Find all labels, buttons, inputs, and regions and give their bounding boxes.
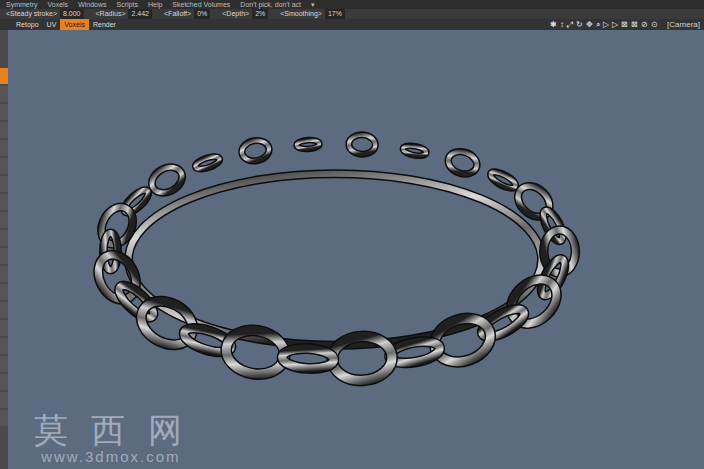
option-value[interactable]: 2.442 — [128, 9, 152, 19]
tool-option[interactable]: <Falloff>0% — [164, 9, 210, 19]
sidebar-slot[interactable] — [0, 122, 8, 138]
option-value[interactable]: 2% — [252, 9, 268, 19]
option-label: <Radius> — [96, 9, 126, 19]
camera-label[interactable]: [Camera] — [667, 19, 700, 30]
view-tool-icon[interactable]: ⌕ — [596, 19, 600, 30]
view-tool-icon[interactable]: ⊠ — [621, 19, 628, 30]
menu-item[interactable]: Windows — [78, 0, 106, 9]
tool-option[interactable]: <Steady stroke>8.000 — [6, 9, 84, 19]
view-tool-icon[interactable]: ✥ — [586, 19, 593, 30]
menu-item[interactable]: Help — [148, 0, 162, 9]
room-tab[interactable]: Voxels — [60, 19, 89, 30]
sidebar-slot[interactable] — [0, 356, 8, 372]
view-tool-icon[interactable]: ▷ — [612, 19, 618, 30]
room-tab[interactable]: Retopo — [12, 19, 43, 30]
sidebar-slot[interactable] — [0, 338, 8, 354]
watermark-title: 莫 西 网 — [34, 413, 188, 449]
app-window: Symmetry Voxels Windows Scripts Help Sketched… — [0, 0, 704, 469]
room-tab[interactable]: UV — [43, 19, 61, 30]
viewport[interactable]: 莫 西 网www.3dmox.com — [8, 30, 704, 469]
menu-item[interactable]: Symmetry — [6, 0, 38, 9]
sidebar-slot[interactable] — [0, 68, 8, 84]
menu-bar: Symmetry Voxels Windows Scripts Help Sketched… — [0, 0, 704, 9]
sidebar-slot[interactable] — [0, 248, 8, 264]
menu-item[interactable]: Scripts — [117, 0, 138, 9]
view-tool-icon[interactable]: ↕ — [560, 19, 564, 30]
sidebar-slot[interactable] — [0, 410, 8, 426]
room-tab[interactable]: Render — [89, 19, 120, 30]
menu-item[interactable]: ▾ — [311, 0, 315, 9]
option-value[interactable]: 8.000 — [60, 9, 84, 19]
sidebar-slot[interactable] — [0, 140, 8, 156]
sidebar-slot[interactable] — [0, 194, 8, 210]
chain-ring-model[interactable] — [8, 30, 704, 469]
sidebar-slot[interactable] — [0, 104, 8, 120]
tool-option[interactable]: <Depth>2% — [222, 9, 268, 19]
option-label: <Steady stroke> — [6, 9, 57, 19]
sidebar-slot[interactable] — [0, 176, 8, 192]
view-tool-icon[interactable]: ⊠ — [631, 19, 638, 30]
room-tabs-bar: RetopoUVVoxelsRender ✱↕⤢↻✥⌕▷▷⊠⊠⊘⊙[Camera… — [0, 19, 704, 30]
sidebar-slot[interactable] — [0, 230, 8, 246]
view-tool-icon[interactable]: ✱ — [550, 19, 557, 30]
view-tool-icon[interactable]: ↻ — [576, 19, 583, 30]
sidebar-slot[interactable] — [0, 302, 8, 318]
menu-item[interactable]: Sketched Volumes — [172, 0, 230, 9]
tool-option[interactable]: <Radius>2.442 — [96, 9, 153, 19]
tool-options-bar: <Steady stroke>8.000 <Radius>2.442 <Fallof… — [0, 9, 704, 19]
option-label: <Falloff> — [164, 9, 191, 19]
sidebar-slot[interactable] — [0, 212, 8, 228]
view-tool-icon[interactable]: ⊘ — [641, 19, 648, 30]
option-label: <Smoothing> — [280, 9, 322, 19]
option-label: <Depth> — [222, 9, 249, 19]
view-tool-icon[interactable]: ⊙ — [651, 19, 658, 30]
sidebar-slot[interactable] — [0, 86, 8, 102]
sidebar-slot[interactable] — [0, 284, 8, 300]
view-tool-icon[interactable]: ▷ — [603, 19, 609, 30]
sidebar-slot[interactable] — [0, 392, 8, 408]
sidebar-slot[interactable] — [0, 158, 8, 174]
sidebar-slot[interactable] — [0, 374, 8, 390]
option-value[interactable]: 0% — [194, 9, 210, 19]
watermark-url: www.3dmox.com — [34, 449, 188, 466]
view-tool-icon[interactable]: ⤢ — [567, 19, 573, 30]
sidebar-slot[interactable] — [0, 320, 8, 336]
sidebar-slot[interactable] — [0, 266, 8, 282]
option-value[interactable]: 17% — [325, 9, 345, 19]
menu-item[interactable]: Don't pick, don't act — [240, 0, 301, 9]
tool-option[interactable]: <Smoothing>17% — [280, 9, 345, 19]
menu-item[interactable]: Voxels — [48, 0, 69, 9]
watermark: 莫 西 网www.3dmox.com — [34, 413, 188, 465]
tool-sidebar — [0, 30, 8, 469]
